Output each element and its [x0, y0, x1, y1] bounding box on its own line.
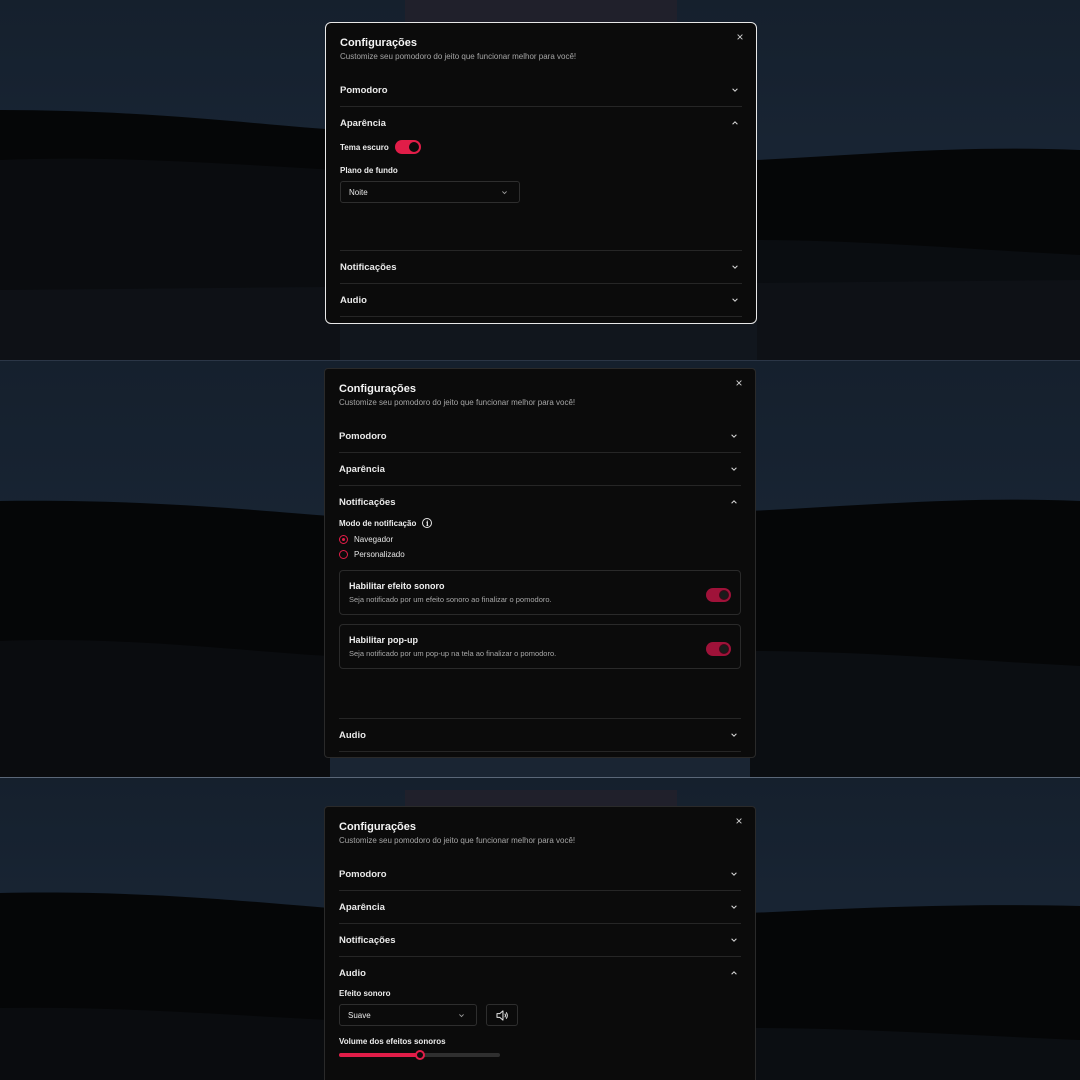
accordion-audio: Audio [340, 284, 742, 317]
sound-effect-toggle[interactable] [706, 588, 731, 602]
slider-fill [339, 1053, 420, 1057]
background-select-value: Noite [349, 187, 368, 197]
chevron-up-icon [731, 500, 737, 504]
chevron-down-icon [731, 905, 737, 909]
chevron-down-icon [459, 1013, 464, 1017]
settings-dialog: × Configurações Customize seu pomodoro d… [324, 368, 756, 758]
screenshot-notifications: × Configurações Customize seu pomodoro d… [0, 360, 1080, 778]
accordion-notificacoes: Notificações [340, 251, 742, 284]
accordion-label: Notificações [339, 496, 396, 508]
volume-slider[interactable] [339, 1050, 500, 1060]
info-icon[interactable]: i [422, 518, 433, 528]
accordion-pomodoro: Pomodoro [339, 858, 741, 891]
dialog-title: Configurações [339, 383, 417, 395]
radio-label: Personalizado [354, 550, 405, 559]
accordion-notificacoes: Notificações [339, 924, 741, 957]
accordion-aparencia: Aparência [339, 453, 741, 486]
background-select[interactable]: Noite [340, 181, 520, 203]
background-label: Plano de fundo [340, 166, 398, 175]
accordion-pomodoro: Pomodoro [340, 74, 742, 107]
sound-effect-select[interactable]: Suave [339, 1004, 477, 1026]
accordion-audio: Audio Efeito sonoro Suave Volume dos efe… [339, 957, 741, 1060]
dark-theme-label: Tema escuro [340, 142, 389, 152]
radio-button[interactable] [339, 535, 348, 544]
accordion-content-audio: Efeito sonoro Suave Volume dos efeitos s… [339, 989, 741, 1060]
accordion-trigger-pomodoro[interactable]: Pomodoro [339, 420, 741, 452]
radio-button[interactable] [339, 550, 348, 559]
accordion-content-aparencia: Tema escuro Plano de fundo Noite [340, 140, 742, 250]
accordion-label: Audio [339, 967, 366, 979]
popup-card: Habilitar pop-up Seja notificado por um … [339, 624, 741, 669]
chevron-up-icon [732, 121, 738, 125]
close-icon[interactable]: × [734, 31, 746, 43]
settings-dialog: × Configurações Customize seu pomodoro d… [324, 806, 756, 1080]
chevron-down-icon [502, 190, 507, 194]
settings-dialog: × Configurações Customize seu pomodoro d… [325, 22, 757, 324]
screenshot-audio: × Configurações Customize seu pomodoro d… [0, 778, 1080, 1080]
radio-option-personalizado[interactable]: Personalizado [339, 550, 741, 559]
accordion-label: Audio [340, 294, 367, 306]
chevron-down-icon [731, 733, 737, 737]
sound-effect-label: Efeito sonoro [339, 989, 391, 998]
accordion-label: Pomodoro [340, 84, 388, 96]
chevron-down-icon [731, 434, 737, 438]
accordion-label: Pomodoro [339, 868, 387, 880]
screenshot-appearance: × Configurações Customize seu pomodoro d… [0, 0, 1080, 360]
sound-effect-description: Seja notificado por um efeito sonoro ao … [349, 595, 552, 604]
dialog-subtitle: Customize seu pomodoro do jeito que func… [339, 398, 576, 407]
chevron-down-icon [732, 298, 738, 302]
dialog-title: Configurações [339, 821, 417, 833]
accordion-audio: Audio [339, 719, 741, 752]
dialog-subtitle: Customize seu pomodoro do jeito que func… [339, 836, 576, 845]
accordion-label: Aparência [339, 463, 385, 475]
accordion-trigger-pomodoro[interactable]: Pomodoro [339, 858, 741, 890]
accordion-label: Aparência [339, 901, 385, 913]
close-icon[interactable]: × [733, 377, 745, 389]
volume-label: Volume dos efeitos sonoros [339, 1037, 446, 1046]
chevron-down-icon [731, 872, 737, 876]
accordion-trigger-audio[interactable]: Audio [340, 284, 742, 316]
accordion-trigger-notificacoes[interactable]: Notificações [339, 924, 741, 956]
accordion-aparencia: Aparência Tema escuro Plano de fundo Noi… [340, 107, 742, 251]
sound-effect-select-value: Suave [348, 1010, 371, 1020]
accordion-content-notificacoes: Modo de notificação i Navegador Personal… [339, 518, 741, 718]
accordion-trigger-aparencia[interactable]: Aparência [339, 453, 741, 485]
notification-mode-label: Modo de notificação [339, 518, 417, 528]
chevron-up-icon [731, 971, 737, 975]
accordion-trigger-aparencia[interactable]: Aparência [340, 107, 742, 139]
accordion-trigger-aparencia[interactable]: Aparência [339, 891, 741, 923]
accordion-trigger-audio[interactable]: Audio [339, 719, 741, 751]
radio-option-navegador[interactable]: Navegador [339, 535, 741, 544]
popup-title: Habilitar pop-up [349, 635, 418, 645]
accordion-label: Audio [339, 729, 366, 741]
sound-effect-card: Habilitar efeito sonoro Seja notificado … [339, 570, 741, 615]
dialog-title: Configurações [340, 37, 418, 49]
accordion-aparencia: Aparência [339, 891, 741, 924]
accordion-trigger-notificacoes[interactable]: Notificações [339, 486, 741, 518]
radio-label: Navegador [354, 535, 394, 544]
popup-toggle[interactable] [706, 642, 731, 656]
accordion-trigger-pomodoro[interactable]: Pomodoro [340, 74, 742, 106]
accordion-label: Notificações [340, 261, 397, 273]
accordion-label: Aparência [340, 117, 386, 129]
dark-theme-toggle[interactable] [394, 140, 421, 154]
accordion-trigger-notificacoes[interactable]: Notificações [340, 251, 742, 283]
accordion-label: Notificações [339, 934, 396, 946]
close-icon[interactable]: × [733, 815, 745, 827]
chevron-down-icon [731, 938, 737, 942]
chevron-down-icon [732, 88, 738, 92]
sound-effect-title: Habilitar efeito sonoro [349, 581, 445, 591]
accordion-notificacoes: Notificações Modo de notificação i Naveg… [339, 486, 741, 719]
chevron-down-icon [731, 467, 737, 471]
accordion-pomodoro: Pomodoro [339, 420, 741, 453]
accordion-label: Pomodoro [339, 430, 387, 442]
play-sound-button[interactable] [486, 1004, 518, 1026]
chevron-down-icon [732, 265, 738, 269]
dialog-subtitle: Customize seu pomodoro do jeito que func… [340, 52, 577, 61]
popup-description: Seja notificado por um pop-up na tela ao… [349, 649, 557, 658]
slider-thumb[interactable] [414, 1050, 425, 1060]
speaker-icon [495, 1009, 508, 1021]
accordion-trigger-audio[interactable]: Audio [339, 957, 741, 989]
